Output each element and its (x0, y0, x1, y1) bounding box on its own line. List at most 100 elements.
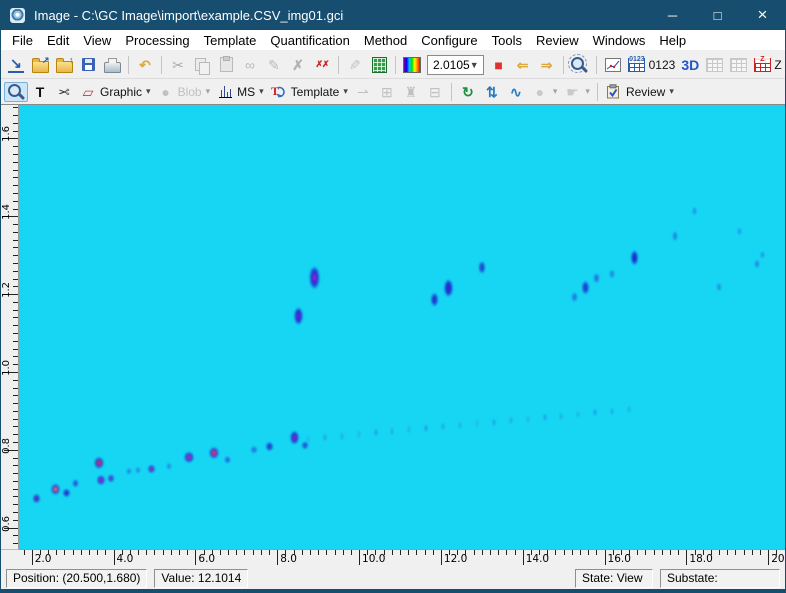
colormap-scale-combo[interactable]: 2.0105 ▼ (427, 54, 484, 75)
draw-pen-icon[interactable]: ✎ (343, 55, 367, 75)
menu-tools[interactable]: Tools (485, 32, 529, 49)
hand-icon[interactable]: ☛ ▾ (560, 82, 593, 102)
cut-icon[interactable]: ✂ (166, 55, 190, 75)
back-icon[interactable]: ⇐ (511, 55, 535, 75)
chevron-down-icon: ▼ (469, 59, 479, 70)
tick (13, 519, 18, 521)
ms-menu[interactable]: MS ▾ (213, 82, 267, 102)
menu-processing[interactable]: Processing (118, 32, 196, 49)
ms-menu-label: MS (237, 84, 256, 99)
tick (735, 550, 737, 555)
tick (416, 550, 418, 555)
menu-help[interactable]: Help (652, 32, 693, 49)
menu-file[interactable]: File (5, 32, 40, 49)
blob (307, 258, 321, 293)
maximize-button[interactable]: □ (695, 0, 740, 30)
z-table-icon[interactable]: ZZ (750, 55, 784, 75)
menu-view[interactable]: View (76, 32, 118, 49)
template-menu-label: Template (290, 84, 340, 99)
undo-icon[interactable]: ↶ (133, 55, 157, 75)
review-menu[interactable]: Review ▾ (602, 82, 677, 102)
text-tool[interactable]: T (28, 82, 52, 102)
open-image-icon[interactable]: ↗ (28, 55, 52, 75)
window-title: Image - C:\GC Image\import\example.CSV_i… (34, 7, 344, 23)
template-apply-icon: ⇀ (357, 83, 369, 100)
hand-icon: ☛ (566, 83, 579, 100)
import-image-icon[interactable]: ↘ (4, 55, 28, 75)
recompute-icon[interactable]: ↻ (456, 82, 480, 102)
template-save-icon[interactable]: ⊟ (423, 82, 447, 102)
blob (737, 224, 743, 236)
sphere-icon[interactable]: ● ▾ (528, 82, 561, 102)
tick (473, 550, 475, 555)
group-table-icon[interactable] (726, 55, 750, 75)
blob (491, 415, 496, 427)
blob-menu[interactable]: ● Blob ▾ (154, 82, 214, 102)
magnifier-icon (7, 83, 25, 101)
menu-edit[interactable]: Edit (40, 32, 76, 49)
edit-pen-icon[interactable]: ✎ (262, 55, 286, 75)
record-icon[interactable]: ■ (487, 55, 511, 75)
scissors-icon: ✂ (58, 83, 70, 100)
recompute-icon: ↻ (462, 83, 474, 100)
tick (539, 550, 541, 555)
calculator-icon[interactable] (367, 55, 391, 75)
close-button[interactable]: × (740, 0, 785, 30)
copy-icon[interactable] (190, 55, 214, 75)
menu-review[interactable]: Review (529, 32, 586, 49)
menu-method[interactable]: Method (357, 32, 414, 49)
chromatogram-icon[interactable]: ⇅ (480, 82, 504, 102)
scissors-tool[interactable]: ✂ (52, 82, 76, 102)
tick (162, 550, 164, 555)
close-image-icon[interactable]: ↑ (52, 55, 76, 75)
menu-template[interactable]: Template (197, 32, 264, 49)
save-image-icon[interactable] (76, 55, 100, 75)
close-image-icon: ↑ (55, 55, 74, 74)
tick (547, 550, 549, 555)
stamp-icon[interactable]: ♜ (399, 82, 423, 102)
ruler-corner (1, 549, 19, 567)
values-table-icon: 0123 (628, 56, 646, 74)
copy-attributes-icon[interactable]: ∞ (238, 55, 262, 75)
graphic-menu[interactable]: ▱ Graphic ▾ (76, 82, 154, 102)
chromatogram-image[interactable] (19, 105, 785, 549)
toolbar-separator (161, 55, 162, 74)
tick (694, 550, 696, 555)
zoom-tool[interactable] (4, 81, 28, 102)
template-add-icon[interactable]: ⊞ (375, 82, 399, 102)
menu-windows[interactable]: Windows (586, 32, 653, 49)
tick (768, 550, 770, 565)
delete-all-icon[interactable]: ✗✗ (310, 55, 334, 75)
3d-view-icon[interactable]: 3D (678, 55, 702, 75)
tick (80, 550, 82, 555)
x-tick-label: 20.0 (771, 553, 785, 565)
x-tick-label: 18.0 (689, 553, 713, 565)
tick (236, 550, 238, 555)
plot-icon[interactable] (601, 55, 625, 75)
delete-icon[interactable]: ✗ (286, 55, 310, 75)
zoom-overview-icon[interactable] (568, 53, 592, 75)
minimize-button[interactable]: ─ (650, 0, 695, 30)
tick (645, 550, 647, 555)
template-apply-icon[interactable]: ⇀ (351, 82, 375, 102)
menu-quantification[interactable]: Quantification (263, 32, 357, 49)
forward-icon[interactable]: ⇒ (535, 55, 559, 75)
colormap-icon[interactable] (400, 55, 424, 75)
tick (13, 364, 18, 366)
blob (581, 275, 591, 296)
menu-configure[interactable]: Configure (414, 32, 484, 49)
toolbar-separator (450, 82, 452, 101)
z-table-icon: Z (753, 56, 771, 74)
copy-icon (193, 56, 211, 75)
y-tick-label: 1.6 (1, 126, 12, 143)
tick (727, 550, 729, 555)
template-menu[interactable]: T Template ▾ (267, 82, 351, 102)
tick (13, 146, 18, 148)
print-icon[interactable] (100, 55, 124, 75)
values-table-icon[interactable]: 0123 0123 (625, 55, 679, 75)
smoothing-icon[interactable]: ∿ (504, 82, 528, 102)
blob (373, 426, 378, 438)
blob-table-icon[interactable] (702, 55, 726, 75)
paste-icon[interactable] (214, 55, 238, 75)
tick (121, 550, 123, 555)
